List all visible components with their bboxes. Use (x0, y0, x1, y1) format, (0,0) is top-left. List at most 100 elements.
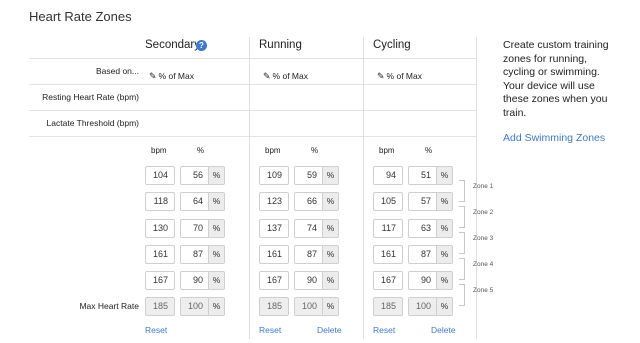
reset-link[interactable]: Reset (145, 325, 167, 335)
percent-input[interactable]: 87 % (180, 245, 225, 264)
percent-value: 57 (420, 196, 431, 206)
percent-input[interactable]: 90 % (180, 271, 225, 290)
percent-value: 100 (409, 298, 436, 315)
delete-link[interactable]: Delete (431, 325, 456, 335)
percent-input[interactable]: 87 % (408, 245, 453, 264)
percent-value: 64 (192, 196, 203, 206)
percent-input[interactable]: 57 % (408, 192, 453, 211)
row-divider (29, 136, 476, 137)
percent-input[interactable]: 66 % (294, 192, 339, 211)
bpm-input[interactable]: 123 (259, 192, 289, 211)
based-on-value: % of Max (272, 71, 308, 81)
based-on-running[interactable]: ✎% of Max (263, 66, 308, 84)
percent-value: 66 (306, 196, 317, 206)
bpm-input[interactable]: 104 (145, 166, 175, 185)
reset-link[interactable]: Reset (259, 325, 281, 335)
add-swimming-zones-link[interactable]: Add Swimming Zones (503, 132, 605, 144)
based-on-secondary[interactable]: ✎% of Max (149, 66, 194, 84)
percent-value: 90 (420, 275, 431, 285)
pencil-icon: ✎ (149, 71, 157, 81)
row-divider (29, 110, 476, 111)
bpm-input[interactable]: 109 (259, 166, 289, 185)
max-percent-input: 100 % (408, 297, 453, 316)
pencil-icon: ✎ (263, 71, 271, 81)
percent-input[interactable]: 74 % (294, 219, 339, 238)
zone-label: Zone 1 (473, 183, 494, 190)
percent-unit: % (208, 193, 224, 210)
percent-unit: % (208, 246, 224, 263)
bpm-subheader: bpm (265, 146, 281, 155)
bpm-input[interactable]: 167 (259, 271, 289, 290)
bpm-input[interactable]: 130 (145, 219, 175, 238)
bpm-input[interactable]: 161 (259, 245, 289, 264)
zone-bracket (459, 206, 465, 228)
pencil-icon: ✎ (377, 71, 385, 81)
percent-unit: % (322, 272, 338, 289)
resting-hr-label: Resting Heart Rate (bpm) (42, 92, 139, 102)
percent-value: 100 (181, 298, 208, 315)
percent-value: 70 (192, 223, 203, 233)
column-title-running: Running (259, 39, 302, 51)
percent-unit: % (436, 220, 452, 237)
bpm-input[interactable]: 167 (373, 271, 403, 290)
percent-input[interactable]: 90 % (408, 271, 453, 290)
percent-value: 87 (192, 249, 203, 259)
zone-label: Zone 2 (473, 209, 494, 216)
based-on-cycling[interactable]: ✎% of Max (377, 66, 422, 84)
help-icon[interactable]: ? (196, 40, 207, 51)
percent-value: 87 (306, 249, 317, 259)
percent-input[interactable]: 64 % (180, 192, 225, 211)
percent-value: 51 (420, 170, 431, 180)
reset-link[interactable]: Reset (373, 325, 395, 335)
bpm-input[interactable]: 167 (145, 271, 175, 290)
percent-unit: % (322, 193, 338, 210)
max-bpm-input[interactable]: 185 (373, 297, 403, 316)
percent-unit: % (208, 298, 224, 315)
pct-subheader: % (197, 146, 205, 155)
max-bpm-input[interactable]: 185 (145, 297, 175, 316)
max-bpm-input[interactable]: 185 (259, 297, 289, 316)
percent-input[interactable]: 70 % (180, 219, 225, 238)
max-hr-label: Max Heart Rate (79, 301, 139, 311)
bpm-input[interactable]: 94 (373, 166, 403, 185)
based-on-label: Based on... (95, 66, 139, 76)
percent-input[interactable]: 51 % (408, 166, 453, 185)
percent-input[interactable]: 63 % (408, 219, 453, 238)
zone-label: Zone 3 (473, 235, 494, 242)
percent-value: 87 (420, 249, 431, 259)
zone-bracket (459, 258, 465, 280)
page-title: Heart Rate Zones (29, 9, 132, 24)
percent-unit: % (436, 246, 452, 263)
sidebar-description: Create custom training zones for running… (503, 39, 609, 119)
percent-value: 59 (306, 170, 317, 180)
percent-value: 90 (306, 275, 317, 285)
percent-value: 56 (192, 170, 203, 180)
bpm-input[interactable]: 161 (373, 245, 403, 264)
percent-input[interactable]: 90 % (294, 271, 339, 290)
bpm-input[interactable]: 118 (145, 192, 175, 211)
max-percent-input: 100 % (294, 297, 339, 316)
column-divider (249, 37, 250, 339)
percent-unit: % (436, 272, 452, 289)
column-title-cycling: Cycling (373, 39, 411, 51)
bpm-input[interactable]: 161 (145, 245, 175, 264)
percent-input[interactable]: 56 % (180, 166, 225, 185)
bpm-input[interactable]: 137 (259, 219, 289, 238)
percent-value: 90 (192, 275, 203, 285)
percent-unit: % (436, 193, 452, 210)
lactate-threshold-label: Lactate Threshold (bpm) (46, 118, 139, 128)
column-divider (363, 37, 364, 339)
zone-bracket (459, 284, 465, 306)
percent-unit: % (208, 220, 224, 237)
percent-unit: % (208, 167, 224, 184)
column-title-secondary: Secondary (145, 39, 200, 51)
percent-input[interactable]: 59 % (294, 166, 339, 185)
percent-unit: % (436, 298, 452, 315)
bpm-input[interactable]: 105 (373, 192, 403, 211)
bpm-subheader: bpm (151, 146, 167, 155)
percent-input[interactable]: 87 % (294, 245, 339, 264)
zone-bracket (459, 232, 465, 254)
delete-link[interactable]: Delete (317, 325, 342, 335)
percent-unit: % (322, 298, 338, 315)
bpm-input[interactable]: 117 (373, 219, 403, 238)
